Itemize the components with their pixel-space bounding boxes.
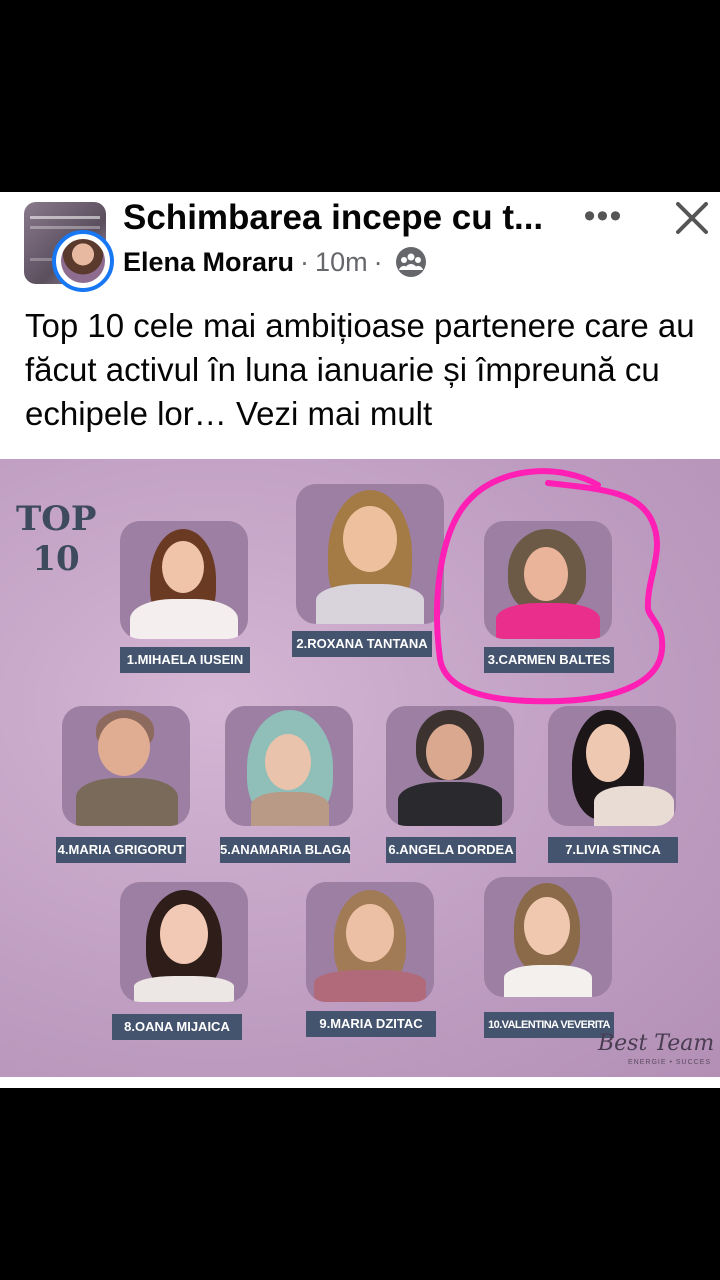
feed-post: Schimbarea incepe cu t... ••• Elena Mora…: [0, 192, 720, 1088]
see-more-link[interactable]: Vezi mai mult: [236, 395, 432, 432]
post-image[interactable]: TOP 10 1.MIHAELA IUSEIN 2.ROXANA TANTANA…: [0, 459, 720, 1077]
author-name-link[interactable]: Elena Moraru: [123, 247, 294, 278]
post-text: Top 10 cele mai ambițioase partenere car…: [25, 304, 715, 436]
post-meta: Elena Moraru · 10m ·: [123, 246, 427, 278]
close-icon[interactable]: [668, 194, 716, 242]
more-options-icon[interactable]: •••: [580, 196, 626, 236]
post-time[interactable]: 10m: [315, 247, 368, 278]
meta-separator: ·: [300, 246, 310, 277]
highlight-circle-annotation: [434, 468, 666, 705]
avatar: [61, 239, 105, 283]
group-name-link[interactable]: Schimbarea incepe cu t...: [123, 198, 563, 238]
meta-separator-2: ·: [373, 246, 383, 277]
group-audience-icon[interactable]: [395, 246, 427, 278]
author-avatar[interactable]: [52, 230, 114, 292]
